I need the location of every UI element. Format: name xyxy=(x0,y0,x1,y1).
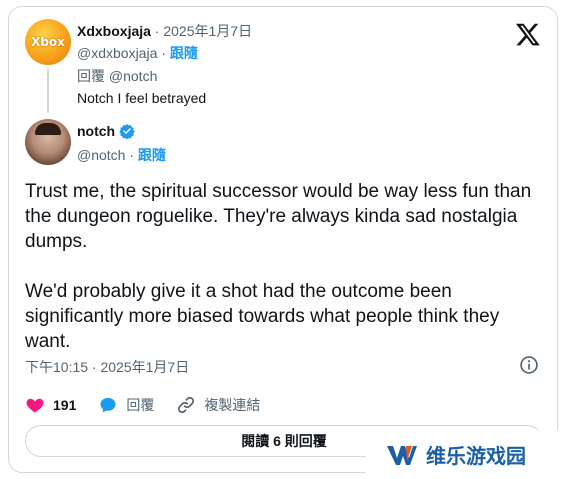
main-separator: · xyxy=(125,147,138,163)
tweet-paragraph-2: We'd probably give it a shot had the out… xyxy=(25,281,500,352)
heart-icon xyxy=(26,398,44,413)
like-button[interactable]: 191 xyxy=(25,395,76,415)
action-bar: 191 回覆 複製連結 xyxy=(25,395,282,415)
copy-link-label: 複製連結 xyxy=(204,397,261,413)
tweet-body: Trust me, the spiritual successor would … xyxy=(25,179,545,379)
reply-handle-row: @xdxboxjaja · 跟隨 xyxy=(77,43,198,63)
avatar-hat xyxy=(35,123,61,135)
reply-handle[interactable]: @xdxboxjaja xyxy=(77,45,157,61)
tweet-card: Xbox Xdxboxjaja · 2025年1月7日 @xdxboxjaja … xyxy=(8,6,558,473)
thread-line xyxy=(47,69,49,113)
reply-label: 回覆 xyxy=(126,397,155,413)
watermark-logo-icon xyxy=(387,445,417,465)
reply-avatar[interactable]: Xbox xyxy=(25,19,71,65)
reply-date: · 2025年1月7日 xyxy=(150,23,253,39)
tweet-paragraph-1: Trust me, the spiritual successor would … xyxy=(25,181,532,252)
watermark-text: 维乐游戏园 xyxy=(426,444,526,468)
x-logo-icon[interactable] xyxy=(515,21,541,47)
reply-header: Xdxboxjaja · 2025年1月7日 xyxy=(77,21,252,41)
reply-avatar-label: Xbox xyxy=(31,35,65,49)
main-display-name[interactable]: notch xyxy=(77,123,115,139)
reply-follow-link[interactable]: 跟隨 xyxy=(170,45,198,61)
main-handle-row: @notch · 跟隨 xyxy=(77,145,166,165)
watermark: 维乐游戏园 xyxy=(366,430,565,479)
copy-link-button[interactable]: 複製連結 xyxy=(176,395,260,415)
reply-separator: · xyxy=(157,45,170,61)
main-avatar[interactable] xyxy=(25,119,71,165)
reply-bubble-icon xyxy=(100,397,116,413)
reply-button[interactable]: 回覆 xyxy=(98,395,154,415)
main-handle[interactable]: @notch xyxy=(77,147,125,163)
main-name-row: notch xyxy=(77,123,135,139)
like-count: 191 xyxy=(53,397,77,413)
link-icon xyxy=(178,396,195,414)
reply-display-name[interactable]: Xdxboxjaja xyxy=(77,23,151,39)
main-follow-link[interactable]: 跟隨 xyxy=(138,147,166,163)
info-icon[interactable] xyxy=(519,355,539,375)
replying-to: 回覆 @notch xyxy=(77,68,158,84)
reply-text: Notch I feel betrayed xyxy=(77,90,207,106)
verified-badge-icon[interactable] xyxy=(119,123,135,139)
tweet-timestamp[interactable]: 下午10:15 · 2025年1月7日 xyxy=(25,357,189,377)
